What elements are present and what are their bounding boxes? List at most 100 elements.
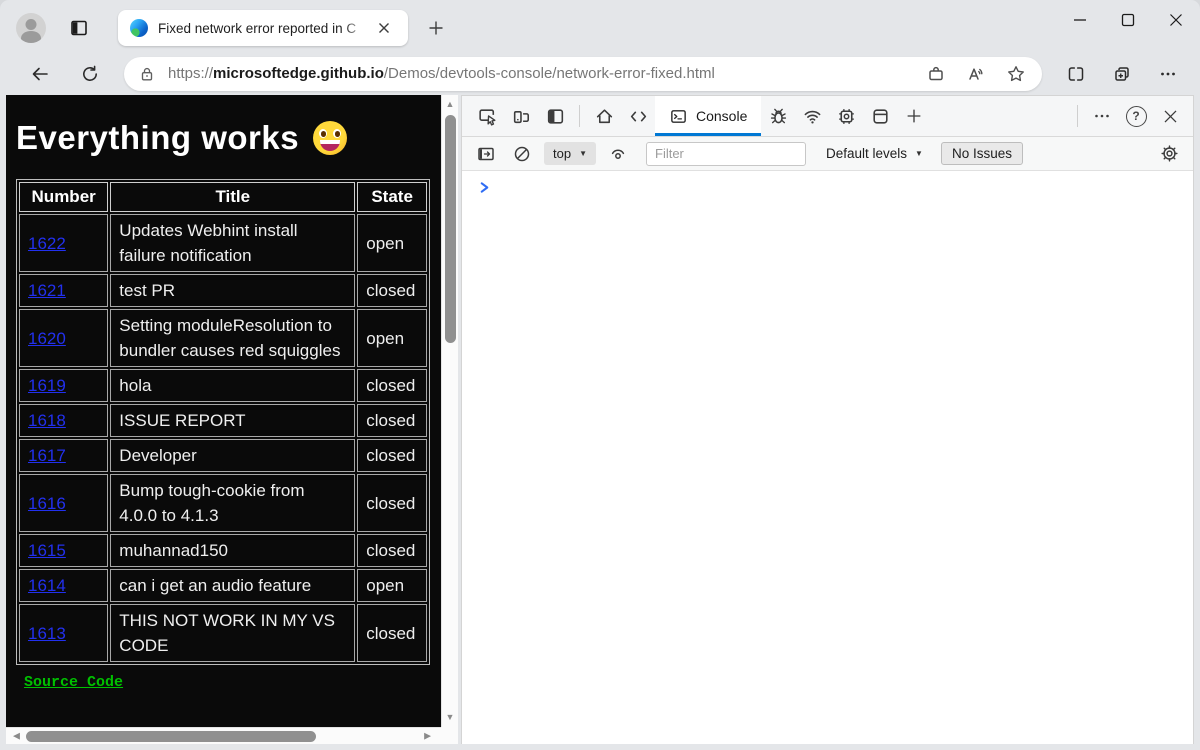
refresh-icon: [80, 64, 100, 84]
collections-button[interactable]: [1106, 58, 1138, 90]
close-icon: [378, 22, 390, 34]
issue-title-cell: hola: [110, 369, 355, 402]
issue-number-cell: 1616: [19, 474, 108, 532]
page-horizontal-scrollbar[interactable]: ◀ ▶: [6, 727, 441, 744]
tab-network-button[interactable]: [795, 99, 829, 133]
issue-state-cell: open: [357, 214, 427, 272]
table-row: 1614 can i get an audio feature open: [19, 569, 427, 602]
issue-state-cell: closed: [357, 534, 427, 567]
maximize-button[interactable]: [1104, 0, 1152, 40]
issue-title-cell: test PR: [110, 274, 355, 307]
device-emulation-button[interactable]: [504, 99, 538, 133]
tab-sources-button[interactable]: [761, 99, 795, 133]
settings-more-button[interactable]: [1152, 58, 1184, 90]
toolbar-separator: [579, 105, 580, 127]
app-available-button[interactable]: [922, 60, 950, 88]
devtools-close-button[interactable]: [1153, 99, 1187, 133]
table-header-row: Number Title State: [19, 182, 427, 212]
profile-avatar[interactable]: [16, 13, 46, 43]
issue-state-cell: open: [357, 309, 427, 367]
scroll-up-arrow-icon[interactable]: ▲: [446, 100, 455, 109]
console-output-area[interactable]: [462, 171, 1193, 744]
tab-actions-button[interactable]: [62, 11, 96, 45]
favorite-star-button[interactable]: [1002, 60, 1030, 88]
issue-number-link[interactable]: 1618: [28, 411, 66, 430]
page-title: Everything works: [16, 119, 299, 157]
scrollbar-corner: [441, 727, 458, 744]
inspect-element-button[interactable]: [470, 99, 504, 133]
devtools-more-options-button[interactable]: [1085, 99, 1119, 133]
scroll-left-arrow-icon[interactable]: ◀: [13, 732, 20, 741]
code-brackets-icon: [628, 106, 649, 127]
issue-number-link[interactable]: 1620: [28, 329, 66, 348]
issue-number-link[interactable]: 1616: [28, 494, 66, 513]
ellipsis-icon: [1158, 64, 1178, 84]
tab-elements-button[interactable]: [621, 99, 655, 133]
issue-number-cell: 1614: [19, 569, 108, 602]
devtools-tab-bar: Console: [462, 96, 1193, 137]
issue-title-cell: Setting moduleResolution to bundler caus…: [110, 309, 355, 367]
issue-number-cell: 1620: [19, 309, 108, 367]
javascript-context-selector[interactable]: top ▼: [544, 142, 596, 165]
browser-tab[interactable]: Fixed network error reported in C: [118, 10, 408, 46]
table-row: 1621 test PR closed: [19, 274, 427, 307]
issue-number-cell: 1621: [19, 274, 108, 307]
focus-mode-button[interactable]: [538, 99, 572, 133]
read-aloud-button[interactable]: [962, 60, 990, 88]
issue-number-link[interactable]: 1617: [28, 446, 66, 465]
issue-number-link[interactable]: 1614: [28, 576, 66, 595]
tab-console[interactable]: Console: [655, 96, 761, 136]
issue-number-link[interactable]: 1615: [28, 541, 66, 560]
gear-icon: [1159, 143, 1180, 164]
source-code-link[interactable]: Source Code: [24, 674, 123, 691]
issue-number-cell: 1622: [19, 214, 108, 272]
close-window-button[interactable]: [1152, 0, 1200, 40]
plus-icon: [905, 107, 923, 125]
devtools-panel: Console: [461, 95, 1194, 744]
more-tools-button[interactable]: [897, 99, 931, 133]
tab-performance-button[interactable]: [829, 99, 863, 133]
tab-welcome-button[interactable]: [587, 99, 621, 133]
address-toolbar: https://microsoftedge.github.io/Demos/de…: [0, 56, 1200, 95]
scroll-right-arrow-icon[interactable]: ▶: [424, 732, 431, 741]
console-filter-input[interactable]: [646, 142, 806, 166]
grinning-face-emoji: [313, 121, 347, 155]
read-aloud-icon: [966, 64, 986, 84]
table-row: 1622 Updates Webhint install failure not…: [19, 214, 427, 272]
url-bar[interactable]: https://microsoftedge.github.io/Demos/de…: [124, 57, 1042, 91]
issue-number-link[interactable]: 1613: [28, 624, 66, 643]
devtools-help-button[interactable]: ?: [1119, 99, 1153, 133]
log-levels-dropdown[interactable]: Default levels ▼: [826, 146, 923, 161]
issue-title-cell: muhannad150: [110, 534, 355, 567]
new-tab-button[interactable]: [420, 12, 452, 44]
horizontal-scroll-thumb[interactable]: [26, 731, 316, 742]
main-area: Everything works Number Title State 1622…: [0, 95, 1200, 750]
no-issues-button[interactable]: No Issues: [941, 142, 1023, 165]
home-icon: [594, 106, 615, 127]
table-row: 1613 THIS NOT WORK IN MY VS CODE closed: [19, 604, 427, 662]
console-prompt-chevron-icon[interactable]: [478, 181, 491, 194]
issue-state-cell: closed: [357, 274, 427, 307]
issue-number-link[interactable]: 1619: [28, 376, 66, 395]
console-settings-button[interactable]: [1155, 141, 1183, 167]
live-expression-button[interactable]: [604, 141, 632, 167]
split-screen-button[interactable]: [1060, 58, 1092, 90]
page-panel: Everything works Number Title State 1622…: [6, 95, 458, 744]
issue-number-link[interactable]: 1622: [28, 234, 66, 253]
issue-number-link[interactable]: 1621: [28, 281, 66, 300]
issue-number-cell: 1619: [19, 369, 108, 402]
tab-application-button[interactable]: [863, 99, 897, 133]
open-sidebar-icon: [476, 144, 496, 164]
table-row: 1616 Bump tough-cookie from 4.0.0 to 4.1…: [19, 474, 427, 532]
refresh-button[interactable]: [74, 58, 106, 90]
vertical-scroll-thumb[interactable]: [445, 115, 456, 343]
back-button[interactable]: [24, 58, 56, 90]
plus-icon: [428, 20, 444, 36]
minimize-button[interactable]: [1056, 0, 1104, 40]
clear-console-button[interactable]: [508, 141, 536, 167]
console-sidebar-button[interactable]: [472, 141, 500, 167]
page-vertical-scrollbar[interactable]: ▲ ▼: [441, 95, 458, 727]
chevron-down-icon: ▼: [915, 149, 923, 158]
scroll-down-arrow-icon[interactable]: ▼: [446, 713, 455, 722]
tab-close-button[interactable]: [372, 16, 396, 40]
